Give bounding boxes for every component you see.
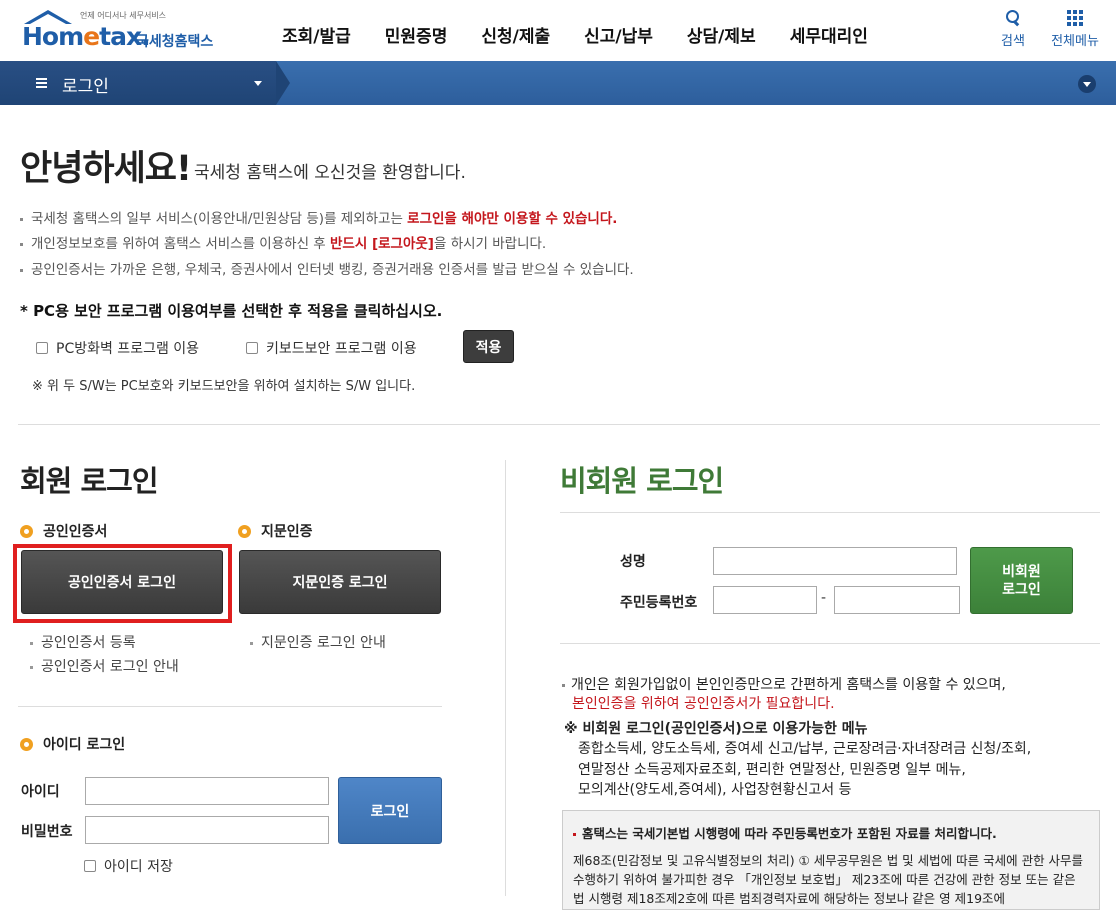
sw-note: ※ 위 두 S/W는 PC보호와 키보드보안을 위하여 설치하는 S/W 입니다… bbox=[32, 379, 416, 394]
guest-desc: 개인은 회원가입없이 본인인증만으로 간편하게 홈택스를 이용할 수 있으며, bbox=[562, 674, 1006, 694]
guest-cert-required: 본인인증을 위하여 공인인증서가 필요합니다. bbox=[572, 696, 835, 712]
keyboard-security-option[interactable]: 키보드보안 프로그램 이용 bbox=[246, 338, 417, 358]
privacy-info-title: 홈택스는 국세기본법 시행령에 따라 주민등록번호가 포함된 자료를 처리합니다… bbox=[573, 823, 997, 842]
guest-login-title: 비회원 로그인 bbox=[560, 464, 724, 498]
search-label: 검색 bbox=[1001, 34, 1025, 49]
fingerprint-heading: 지문인증 bbox=[238, 521, 313, 541]
nav-certificates[interactable]: 민원증명 bbox=[385, 22, 448, 47]
privacy-info-body: 제68조(민감정보 및 고유식별정보의 처리) ① 세무공무원은 법 및 세법에… bbox=[573, 853, 1084, 906]
fingerprint-guide-link[interactable]: 지문인증 로그인 안내 bbox=[250, 632, 386, 652]
nav-apply-submit[interactable]: 신청/제출 bbox=[481, 22, 550, 47]
member-login-title: 회원 로그인 bbox=[20, 464, 158, 498]
apply-button[interactable]: 적용 bbox=[463, 330, 514, 363]
page-subtitle: 국세청 홈택스에 오신것을 환영합니다. bbox=[194, 163, 466, 183]
rrn-front-input[interactable] bbox=[713, 586, 817, 614]
page-title: 안녕하세요! bbox=[20, 149, 192, 189]
id-label: 아이디 bbox=[21, 784, 60, 800]
guest-menu-line: 모의계산(양도세,증여세), 사업장현황신고서 등 bbox=[578, 782, 852, 798]
notice-logout: 개인정보보호를 위하여 홈택스 서비스를 이용하신 후 반드시 [로그아웃]을 … bbox=[20, 232, 546, 252]
security-program-question: * PC용 보안 프로그램 이용여부를 선택한 후 적용을 클릭하십시오. bbox=[20, 302, 443, 320]
bullet-circle-icon bbox=[20, 524, 33, 538]
nav-consult-report[interactable]: 상담/제보 bbox=[687, 22, 756, 47]
bullet-circle-icon bbox=[20, 737, 33, 751]
cert-heading: 공인인증서 bbox=[20, 521, 107, 541]
id-login-button[interactable]: 로그인 bbox=[338, 777, 442, 844]
divider bbox=[18, 424, 1100, 425]
name-input[interactable] bbox=[713, 547, 957, 575]
save-id-checkbox[interactable] bbox=[84, 860, 96, 872]
divider bbox=[18, 706, 442, 707]
cert-register-link[interactable]: 공인인증서 등록 bbox=[30, 632, 136, 652]
divider bbox=[560, 512, 1100, 513]
divider bbox=[560, 643, 1100, 644]
main-navigation: 조회/발급 민원증명 신청/제출 신고/납부 상담/제보 세무대리인 bbox=[282, 22, 902, 47]
search-icon bbox=[1005, 10, 1021, 26]
nav-inquiry-issue[interactable]: 조회/발급 bbox=[282, 22, 351, 47]
chevron-down-icon bbox=[254, 81, 262, 86]
rrn-back-input[interactable] bbox=[834, 586, 960, 614]
keyboard-security-checkbox[interactable] bbox=[246, 342, 258, 354]
notice-login-required: 국세청 홈택스의 일부 서비스(이용안내/민원상담 등)를 제외하고는 로그인을… bbox=[20, 207, 617, 227]
guest-menu-heading: ※ 비회원 로그인(공인인증서)으로 이용가능한 메뉴 bbox=[564, 721, 868, 737]
guest-menu-line: 종합소득세, 양도소득세, 증여세 신고/납부, 근로장려금·자녀장려금 신청/… bbox=[578, 741, 1032, 757]
password-input[interactable] bbox=[85, 816, 329, 844]
save-id-option[interactable]: 아이디 저장 bbox=[84, 856, 173, 876]
privacy-info-box: 홈택스는 국세기본법 시행령에 따라 주민등록번호가 포함된 자료를 처리합니다… bbox=[562, 810, 1100, 910]
id-login-heading: 아이디 로그인 bbox=[20, 734, 125, 754]
highlight-box bbox=[13, 544, 232, 623]
all-menu-label: 전체메뉴 bbox=[1051, 34, 1099, 49]
logo-tagline: 언제 어디서나 세무서비스 bbox=[80, 11, 167, 20]
nav-report-pay[interactable]: 신고/납부 bbox=[584, 22, 653, 47]
guest-menu-line: 연말정산 소득공제자료조회, 편리한 연말정산, 민원증명 일부 메뉴, bbox=[578, 762, 966, 778]
location-expand-icon[interactable] bbox=[1078, 75, 1096, 93]
notice-certificate: 공인인증서는 가까운 은행, 우체국, 증권사에서 인터넷 뱅킹, 증권거래용 … bbox=[20, 258, 634, 278]
hamburger-icon bbox=[36, 78, 47, 88]
location-dropdown[interactable]: 로그인 bbox=[0, 61, 276, 105]
search-button[interactable]: 검색 bbox=[994, 10, 1032, 49]
guest-login-button[interactable]: 비회원 로그인 bbox=[970, 547, 1073, 614]
logo-korean-name: 국세청홈택스 bbox=[136, 34, 214, 50]
column-divider bbox=[505, 460, 506, 896]
rrn-dash: - bbox=[821, 590, 827, 606]
cert-login-guide-link[interactable]: 공인인증서 로그인 안내 bbox=[30, 656, 179, 676]
site-header: 언제 어디서나 세무서비스 Hometax. 국세청홈택스 조회/발급 민원증명… bbox=[0, 0, 1116, 62]
grid-menu-icon bbox=[1067, 10, 1083, 26]
nav-tax-agent[interactable]: 세무대리인 bbox=[790, 22, 868, 47]
rrn-label: 주민등록번호 bbox=[620, 595, 698, 611]
location-bar: 로그인 bbox=[0, 61, 1116, 105]
id-input[interactable] bbox=[85, 777, 329, 805]
breadcrumb-arrow bbox=[276, 61, 290, 105]
firewall-option[interactable]: PC방화벽 프로그램 이용 bbox=[36, 338, 199, 358]
name-label: 성명 bbox=[620, 554, 646, 570]
all-menu-button[interactable]: 전체메뉴 bbox=[1046, 10, 1104, 49]
hometax-logo[interactable]: 언제 어디서나 세무서비스 Hometax. 국세청홈택스 bbox=[18, 6, 228, 52]
firewall-checkbox[interactable] bbox=[36, 342, 48, 354]
bullet-circle-icon bbox=[238, 524, 251, 538]
password-label: 비밀번호 bbox=[21, 824, 73, 840]
location-current: 로그인 bbox=[62, 77, 109, 97]
logo-brand: Hometax. bbox=[22, 22, 151, 51]
fingerprint-login-button[interactable]: 지문인증 로그인 bbox=[239, 550, 441, 614]
